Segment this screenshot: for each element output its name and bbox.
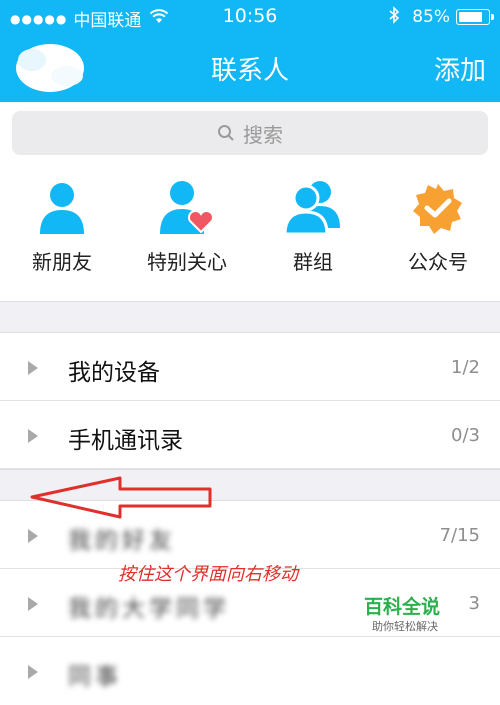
shortcut-groups[interactable]: 群组 xyxy=(258,178,368,275)
expand-arrow-icon xyxy=(28,597,38,611)
expand-arrow-icon xyxy=(28,529,38,543)
group-label: 同事 xyxy=(68,664,122,690)
group-row-my-devices[interactable]: 我的设备 1/2 xyxy=(0,333,500,401)
section-divider xyxy=(0,469,500,501)
expand-arrow-icon xyxy=(28,665,38,679)
group-count: 0/3 xyxy=(451,425,480,446)
battery-percent: 85% xyxy=(412,7,450,27)
instruction-annotation: 按住这个界面向右移动 xyxy=(118,564,298,585)
group-row-colleagues[interactable]: 同事 xyxy=(0,637,500,705)
shortcut-official-accounts[interactable]: 公众号 xyxy=(383,178,493,275)
person-icon xyxy=(40,183,84,234)
shortcut-label: 新朋友 xyxy=(32,250,92,274)
add-button[interactable]: 添加 xyxy=(434,50,486,87)
page-title: 联系人 xyxy=(210,56,289,86)
bluetooth-icon xyxy=(389,6,400,28)
top-bar: ●●●●● 中国联通 10:56 85% 联系人 添加 xyxy=(0,0,500,102)
expand-arrow-icon xyxy=(28,361,38,375)
group-label: 我的设备 xyxy=(68,360,160,386)
group-row-friends[interactable]: 我的好友 7/15 xyxy=(0,501,500,569)
watermark-title: 百科全说 xyxy=(364,596,441,618)
shortcut-new-friends[interactable]: 新朋友 xyxy=(7,178,117,275)
group-count: 3 xyxy=(468,593,480,614)
verified-badge-icon xyxy=(413,184,462,234)
shortcut-row: 新朋友 特别关心 群组 公众号 xyxy=(0,178,500,278)
shortcut-label: 特别关心 xyxy=(147,250,227,274)
group-icon xyxy=(284,181,340,234)
search-placeholder: 搜索 xyxy=(243,122,283,147)
watermark: 百科全说 助你轻松解决 xyxy=(352,590,468,636)
group-count: 7/15 xyxy=(439,525,480,546)
group-row-phone-contacts[interactable]: 手机通讯录 0/3 xyxy=(0,401,500,469)
battery-icon xyxy=(456,9,494,25)
person-heart-icon xyxy=(160,181,215,234)
group-label: 我的大学同学 xyxy=(68,596,230,622)
search-icon xyxy=(218,125,234,141)
watermark-subtitle: 助你轻松解决 xyxy=(372,620,438,633)
group-label: 我的好友 xyxy=(68,528,176,554)
shortcut-special-care[interactable]: 特别关心 xyxy=(132,178,242,275)
shortcut-label: 群组 xyxy=(293,250,333,274)
section-divider xyxy=(0,301,500,333)
status-bar: ●●●●● 中国联通 10:56 85% xyxy=(0,0,500,34)
shortcut-label: 公众号 xyxy=(408,250,468,274)
group-label: 手机通讯录 xyxy=(68,428,183,454)
group-count: 1/2 xyxy=(451,357,480,378)
expand-arrow-icon xyxy=(28,429,38,443)
search-bar[interactable]: 搜索 xyxy=(12,111,488,155)
